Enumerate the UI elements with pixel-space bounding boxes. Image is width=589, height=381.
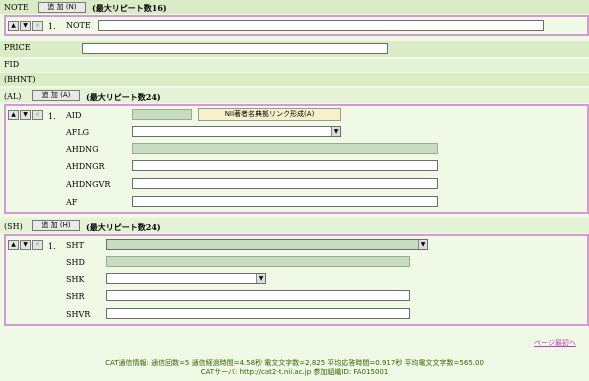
note-field-label: NOTE	[66, 21, 91, 30]
al-row-index: 1.	[48, 112, 56, 121]
note-row-index: 1.	[48, 22, 56, 31]
move-up-icon[interactable]: ▲	[8, 21, 19, 31]
move-down-icon[interactable]: ▼	[20, 240, 31, 250]
note-section-label: NOTE	[4, 3, 29, 12]
note-header	[0, 0, 589, 14]
sh-section-label: (SH)	[4, 222, 23, 231]
chevron-down-icon: ▼	[256, 274, 265, 283]
al-section-label: (AL)	[4, 92, 22, 101]
shd-label: SHD	[66, 258, 85, 267]
add-al-button[interactable]: 追 加 (A)	[32, 90, 80, 101]
cat-comm-info: CAT通信情報: 通信回数=5 通信経過時間=4.58秒 電文文字数=2,825…	[105, 359, 484, 367]
note-input[interactable]	[98, 20, 544, 31]
add-sh-button[interactable]: 追 加 (H)	[32, 220, 80, 231]
af-input[interactable]	[132, 196, 438, 207]
move-up-icon[interactable]: ▲	[8, 240, 19, 250]
ahdng-label: AHDNG	[66, 145, 99, 154]
ahdngvr-input[interactable]	[132, 178, 438, 189]
aflg-select[interactable]: ▼	[132, 126, 341, 137]
shr-input[interactable]	[106, 290, 410, 301]
sht-label: SHT	[66, 241, 84, 250]
fid-label: FID	[4, 60, 20, 69]
sh-row-index: 1.	[48, 242, 56, 251]
af-label: AF	[66, 198, 78, 207]
move-down-icon[interactable]: ▼	[20, 110, 31, 120]
fid-row	[0, 59, 589, 72]
delete-icon[interactable]: ×	[32, 21, 43, 31]
delete-icon[interactable]: ×	[32, 240, 43, 250]
delete-icon[interactable]: ×	[32, 110, 43, 120]
page-top-link[interactable]: ページ最初へ	[534, 338, 576, 348]
ahdng-input[interactable]	[132, 143, 438, 154]
bhnt-row	[0, 73, 589, 86]
shr-label: SHR	[66, 292, 85, 301]
sht-select[interactable]: ▼	[106, 239, 428, 250]
chevron-down-icon: ▼	[331, 127, 340, 136]
shk-label: SHK	[66, 275, 85, 284]
price-input[interactable]	[82, 43, 388, 54]
add-note-button[interactable]: 追 加 (N)	[38, 2, 86, 13]
bhnt-label: (BHNT)	[4, 75, 36, 84]
shvr-label: SHVR	[66, 310, 91, 319]
sh-max-repeat: (最大リピート数24)	[86, 222, 161, 232]
move-down-icon[interactable]: ▼	[20, 21, 31, 31]
move-up-icon[interactable]: ▲	[8, 110, 19, 120]
shk-select[interactable]: ▼	[106, 273, 266, 284]
al-max-repeat: (最大リピート数24)	[86, 92, 161, 102]
aflg-label: AFLG	[66, 128, 90, 137]
note-max-repeat: (最大リピート数16)	[92, 3, 167, 13]
aid-label: AID	[66, 111, 82, 120]
shvr-input[interactable]	[106, 308, 410, 319]
nii-author-link-button[interactable]: NII著者名典拠リンク形成(A)	[198, 108, 341, 121]
aid-input[interactable]	[132, 109, 192, 120]
ahdngr-label: AHDNGR	[66, 162, 105, 171]
cat-server-info: CATサーバ: http://cat2-t.nii.ac.jp 参加組織ID: …	[200, 368, 389, 376]
shd-input[interactable]	[106, 256, 410, 267]
chevron-down-icon: ▼	[418, 240, 427, 249]
price-label: PRICE	[4, 43, 31, 52]
ahdngvr-label: AHDNGVR	[66, 180, 111, 189]
ahdngr-input[interactable]	[132, 160, 438, 171]
